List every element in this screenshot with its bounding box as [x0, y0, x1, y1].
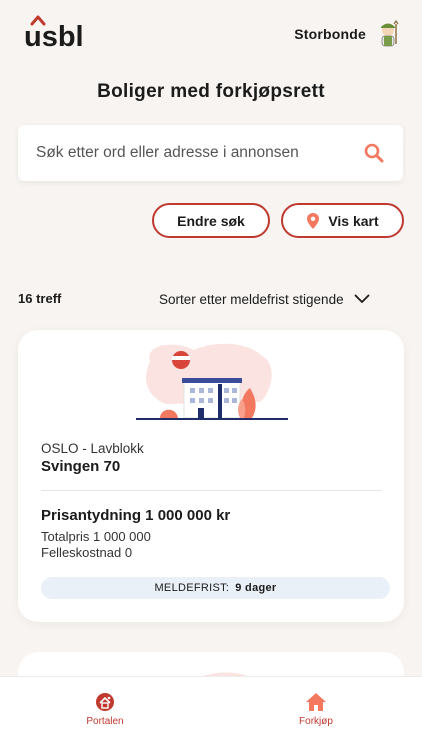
app-header: usbl Storbonde	[0, 0, 422, 70]
building-illustration	[136, 343, 288, 420]
divider	[41, 490, 381, 491]
search-input[interactable]	[36, 144, 363, 162]
search-icon[interactable]	[363, 142, 385, 164]
deadline-key: MELDEFRIST:	[154, 582, 230, 594]
show-map-button[interactable]: Vis kart	[281, 203, 404, 238]
listing-total-price: Totalpris 1 000 000	[41, 529, 151, 544]
user-menu[interactable]: Storbonde	[294, 20, 402, 48]
search-bar[interactable]	[18, 125, 403, 181]
home-icon	[306, 693, 326, 711]
page-title: Boliger med forkjøpsrett	[97, 81, 325, 102]
map-pin-icon	[307, 212, 320, 229]
edit-search-label: Endre søk	[177, 212, 245, 229]
tab-buy-label: Forkjøp	[299, 716, 333, 727]
result-count: 16 treff	[18, 291, 62, 306]
listing-price: Prisantydning 1 000 000 kr	[41, 507, 231, 524]
deadline-badge: MELDEFRIST: 9 dager	[41, 577, 390, 599]
user-name: Storbonde	[294, 26, 366, 42]
listing-address: Svingen 70	[41, 458, 121, 475]
svg-text:usbl: usbl	[24, 21, 84, 50]
edit-search-button[interactable]: Endre søk	[152, 203, 270, 238]
listing-common-cost: Felleskostnad 0	[41, 545, 133, 560]
bottom-tab-bar: Portalen Forkjøp	[0, 676, 422, 750]
tab-buy[interactable]: Forkjøp	[276, 692, 356, 732]
portal-icon	[96, 693, 114, 711]
deadline-value: 9 dager	[235, 582, 277, 594]
usbl-logo[interactable]: usbl	[24, 14, 104, 50]
sort-dropdown[interactable]: Sorter etter meldefrist stigende	[159, 290, 399, 308]
show-map-label: Vis kart	[328, 212, 379, 229]
sort-label: Sorter etter meldefrist stigende	[159, 291, 344, 307]
listing-location: OSLO - Lavblokk	[41, 441, 144, 456]
chevron-down-icon	[354, 294, 369, 303]
avatar[interactable]	[374, 20, 402, 48]
tab-portal-label: Portalen	[86, 716, 124, 727]
listing-card[interactable]: OSLO - Lavblokk Svingen 70 Prisantydning…	[18, 330, 404, 622]
tab-portal[interactable]: Portalen	[65, 692, 145, 732]
